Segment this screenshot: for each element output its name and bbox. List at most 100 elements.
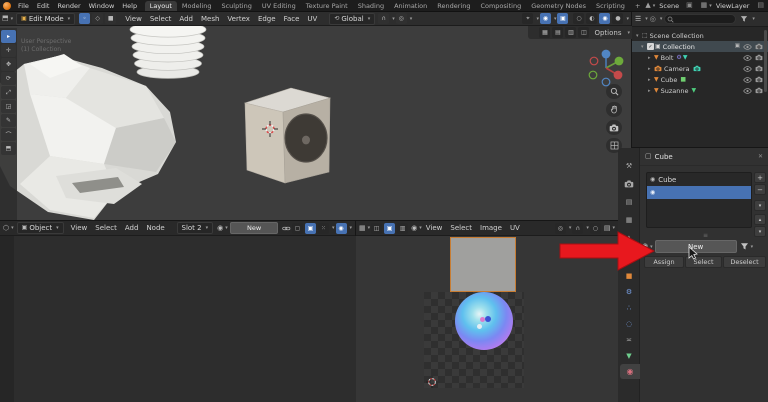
blender-logo-icon[interactable]: [3, 2, 11, 10]
scene-selector[interactable]: Scene: [655, 2, 683, 10]
viewport-menu-view[interactable]: View: [121, 15, 146, 23]
hide-eye-icon[interactable]: [743, 77, 752, 83]
outliner-filter-icon[interactable]: [740, 15, 748, 23]
mode-paint-toggle[interactable]: ▣: [384, 223, 395, 234]
snap-node-caret[interactable]: ▾: [332, 225, 335, 231]
tool-annotate[interactable]: ✎: [1, 114, 16, 127]
exclude-checkbox-icon[interactable]: ▣: [735, 44, 740, 50]
workspace-tab-shading[interactable]: Shading: [353, 1, 389, 11]
uv-2d-cursor[interactable]: [426, 376, 438, 388]
display-channels-icon[interactable]: ◉: [411, 225, 417, 232]
overlay-node-caret[interactable]: ▾: [350, 225, 353, 231]
hide-eye-icon[interactable]: [743, 66, 752, 72]
transform-orientation-dropdown[interactable]: ⟲ Global ▾: [329, 13, 375, 25]
outliner-row-camera[interactable]: ▸ Camera: [632, 63, 768, 74]
viewport-menu-uv[interactable]: UV: [303, 15, 321, 23]
view-layer-selector[interactable]: ViewLayer: [712, 2, 754, 10]
proportional-caret[interactable]: ▾: [410, 16, 413, 22]
tab-tool[interactable]: ⚒: [622, 160, 636, 172]
tool-scale[interactable]: ⤢: [1, 86, 16, 99]
uv-menu-view[interactable]: View: [422, 224, 447, 232]
disable-render-camera-icon[interactable]: [755, 54, 763, 61]
shader-menu-select[interactable]: Select: [91, 224, 121, 232]
tab-object-data[interactable]: ▼: [622, 350, 636, 362]
disable-render-camera-icon[interactable]: [755, 43, 763, 50]
workspace-tab-layout[interactable]: Layout: [145, 1, 177, 11]
outliner-row-bolt[interactable]: ▸ ▼ Bolt ⚙ ▼: [632, 52, 768, 63]
tab-physics[interactable]: ◌: [622, 318, 636, 330]
uv-menu-select[interactable]: Select: [446, 224, 476, 232]
uv-menu-uv[interactable]: UV: [506, 224, 524, 232]
collection-checkbox[interactable]: ✓: [647, 43, 654, 50]
snap-node-toggle[interactable]: ⁙: [318, 223, 329, 234]
pan-view-button[interactable]: [606, 102, 622, 117]
perspective-toggle-button[interactable]: [606, 138, 622, 153]
add-workspace-button[interactable]: +: [630, 1, 645, 11]
viewport-menu-face[interactable]: Face: [280, 15, 304, 23]
cube-object[interactable]: [240, 85, 335, 189]
zoom-view-button[interactable]: [606, 84, 622, 99]
viewport-menu-edge[interactable]: Edge: [254, 15, 280, 23]
move-slot-down-button[interactable]: ▾: [754, 226, 766, 237]
material-slot-dropdown[interactable]: Slot 2 ▾: [177, 222, 214, 234]
mode-dropdown[interactable]: ▣ Edit Mode ▾: [16, 13, 75, 25]
material-specials-button[interactable]: ▾: [754, 200, 766, 211]
editor-type-outliner-icon[interactable]: ☰: [635, 16, 641, 23]
gizmo-caret[interactable]: ▾: [536, 16, 539, 22]
workspace-tab-texture-paint[interactable]: Texture Paint: [301, 1, 353, 11]
remove-material-slot-button[interactable]: −: [754, 184, 766, 195]
workspace-tab-animation[interactable]: Animation: [389, 1, 432, 11]
unpin-icon[interactable]: ✕: [758, 153, 763, 160]
shader-type-dropdown[interactable]: ▣ Object ▾: [17, 222, 64, 234]
deselect-button[interactable]: Deselect: [723, 256, 766, 268]
shading-caret[interactable]: ▾: [626, 16, 629, 22]
fake-user-link-icon[interactable]: [282, 224, 291, 233]
tab-material-active[interactable]: ◉: [620, 364, 640, 379]
gizmo-toggle[interactable]: ⌖: [522, 13, 533, 24]
select-mode-face-button[interactable]: ■: [105, 13, 116, 24]
shading-solid-button[interactable]: ◐: [586, 13, 597, 24]
uv-menu-image[interactable]: Image: [476, 224, 506, 232]
tool-select-box[interactable]: ▸: [1, 30, 16, 43]
menu-file[interactable]: File: [14, 2, 33, 10]
editor-type-shader-icon[interactable]: ⬡: [3, 225, 9, 232]
tool-extrude[interactable]: ⬒: [1, 142, 16, 155]
viewport-menu-mesh[interactable]: Mesh: [197, 15, 223, 23]
disable-render-camera-icon[interactable]: [755, 65, 763, 72]
editor-type-image-icon[interactable]: ▦: [359, 225, 366, 232]
viewport-menu-vertex[interactable]: Vertex: [223, 15, 254, 23]
suzanne-mesh-object[interactable]: [0, 36, 216, 220]
tab-render[interactable]: [622, 178, 636, 190]
shader-menu-node[interactable]: Node: [142, 224, 168, 232]
menu-help[interactable]: Help: [118, 2, 141, 10]
editor-type-3d-icon[interactable]: ⬒: [2, 15, 9, 22]
material-slot-row-1[interactable]: ◉ Cube: [647, 173, 751, 186]
tab-view-layer[interactable]: ▦: [622, 214, 636, 226]
outliner-row-suzanne[interactable]: ▸ ▼ Suzanne ▼: [632, 85, 768, 96]
outliner-row-cube[interactable]: ▸ ▼ Cube ■: [632, 74, 768, 85]
overlay-node-toggle[interactable]: ◉: [336, 223, 347, 234]
outliner-scrollbar[interactable]: [764, 30, 767, 92]
breadcrumb-object-label[interactable]: Cube: [655, 153, 673, 161]
panel-grip[interactable]: ≡: [703, 232, 708, 239]
tool-transform[interactable]: ◲: [1, 100, 16, 113]
menu-render[interactable]: Render: [53, 2, 84, 10]
hide-eye-icon[interactable]: [743, 55, 752, 61]
select-mode-vertex-button[interactable]: ◦: [79, 13, 90, 24]
shader-menu-add[interactable]: Add: [121, 224, 143, 232]
workspace-tab-scripting[interactable]: Scripting: [591, 1, 630, 11]
workspace-tab-sculpting[interactable]: Sculpting: [216, 1, 256, 11]
snap-caret[interactable]: ▾: [392, 16, 395, 22]
tool-cursor[interactable]: ✛: [1, 44, 16, 57]
tab-constraints[interactable]: ≍: [622, 334, 636, 346]
tab-modifiers[interactable]: ⚙: [622, 286, 636, 298]
material-filter-funnel-icon[interactable]: [740, 242, 749, 251]
snap-magnet-toggle[interactable]: ∩: [378, 13, 389, 24]
viewport-menu-select[interactable]: Select: [146, 15, 176, 23]
shader-new-material-button[interactable]: New: [230, 222, 279, 234]
tab-output[interactable]: ▤: [622, 196, 636, 208]
tool-move[interactable]: ✥: [1, 58, 16, 71]
menu-window[interactable]: Window: [85, 2, 119, 10]
new-view-layer-icon[interactable]: ▤: [757, 2, 764, 9]
shading-wireframe-button[interactable]: ○: [573, 13, 584, 24]
